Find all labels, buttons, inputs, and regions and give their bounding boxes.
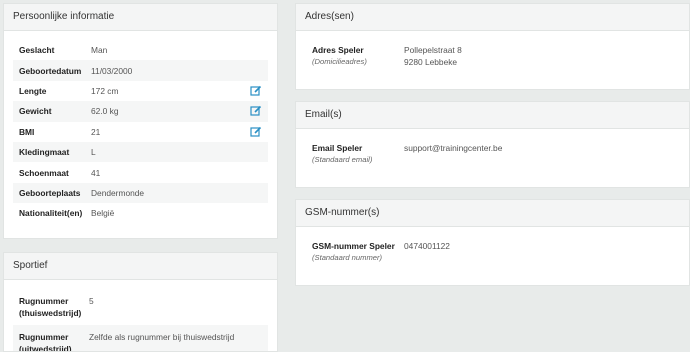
row-length: Lengte 172 cm bbox=[13, 81, 268, 101]
shoe-size-value: 41 bbox=[91, 167, 101, 178]
row-nationality: Nationaliteit(en) België bbox=[13, 203, 268, 223]
row-shoe-size: Schoenmaat 41 bbox=[13, 162, 268, 182]
email-link[interactable]: support@trainingcenter.be bbox=[404, 142, 502, 166]
birthplace-label: Geboorteplaats bbox=[19, 187, 81, 198]
address-panel: Adres(sen) Adres Speler (Domicilieadres)… bbox=[295, 3, 690, 90]
weight-label: Gewicht bbox=[19, 106, 52, 117]
email-label: Email Speler bbox=[312, 143, 363, 153]
birthdate-value: 11/03/2000 bbox=[91, 65, 133, 76]
home-number-value: 5 bbox=[89, 296, 94, 306]
address-block: Adres Speler (Domicilieadres) Pollepelst… bbox=[296, 31, 689, 68]
gsm-title: GSM-nummer(s) bbox=[296, 200, 689, 227]
gsm-label-group: GSM-nummer Speler (Standaard nummer) bbox=[312, 240, 404, 264]
email-block: Email Speler (Standaard email) support@t… bbox=[296, 129, 689, 166]
address-line1: Pollepelstraat 8 bbox=[404, 45, 462, 55]
gsm-sublabel: (Standaard nummer) bbox=[312, 253, 383, 262]
row-home-number: Rugnummer (thuiswedstrijd) 5 bbox=[13, 289, 268, 325]
address-value: Pollepelstraat 8 9280 Lebbeke bbox=[404, 44, 462, 68]
edit-icon[interactable] bbox=[250, 126, 262, 138]
email-title: Email(s) bbox=[296, 102, 689, 129]
away-number-label: Rugnummer (uitwedstrijd) bbox=[19, 332, 72, 352]
shoe-size-label: Schoenmaat bbox=[19, 167, 69, 178]
sportief-rows: Rugnummer (thuiswedstrijd) 5 Rugnummer (… bbox=[4, 280, 277, 352]
away-number-value: Zelfde als rugnummer bij thuiswedstrijd bbox=[89, 332, 235, 342]
birthdate-label: Geboortedatum bbox=[19, 65, 82, 76]
length-label: Lengte bbox=[19, 85, 47, 96]
sportief-panel: Sportief Rugnummer (thuiswedstrijd) 5 Ru… bbox=[3, 252, 278, 352]
row-clothing-size: Kledingmaat L bbox=[13, 141, 268, 163]
address-line2: 9280 Lebbeke bbox=[404, 57, 458, 67]
row-bmi: BMI 21 bbox=[13, 122, 268, 142]
sportief-title: Sportief bbox=[4, 253, 277, 280]
personal-info-panel: Persoonlijke informatie Geslacht Man Geb… bbox=[3, 3, 278, 239]
clothing-size-value: L bbox=[91, 147, 96, 158]
personal-info-title: Persoonlijke informatie bbox=[4, 4, 277, 31]
email-sublabel: (Standaard email) bbox=[312, 155, 373, 164]
address-sublabel: (Domicilieadres) bbox=[312, 57, 367, 66]
bmi-label: BMI bbox=[19, 126, 35, 137]
nationality-value: België bbox=[91, 208, 115, 219]
email-label-group: Email Speler (Standaard email) bbox=[312, 142, 404, 166]
personal-info-rows: Geslacht Man Geboortedatum 11/03/2000 Le… bbox=[4, 31, 277, 224]
length-value: 172 cm bbox=[91, 85, 119, 96]
edit-icon[interactable] bbox=[250, 85, 262, 97]
gender-label: Geslacht bbox=[19, 45, 55, 56]
weight-value: 62.0 kg bbox=[91, 106, 119, 117]
gsm-link[interactable]: 0474001122 bbox=[404, 240, 450, 264]
row-weight: Gewicht 62.0 kg bbox=[13, 101, 268, 122]
row-gender: Geslacht Man bbox=[13, 40, 268, 60]
bmi-value: 21 bbox=[91, 126, 101, 137]
gsm-label: GSM-nummer Speler bbox=[312, 241, 395, 251]
edit-icon[interactable] bbox=[250, 105, 262, 117]
row-birthplace: Geboorteplaats Dendermonde bbox=[13, 182, 268, 204]
clothing-size-label: Kledingmaat bbox=[19, 147, 70, 158]
row-birthdate: Geboortedatum 11/03/2000 bbox=[13, 60, 268, 81]
address-label-group: Adres Speler (Domicilieadres) bbox=[312, 44, 404, 68]
gsm-block: GSM-nummer Speler (Standaard nummer) 047… bbox=[296, 227, 689, 264]
address-label: Adres Speler bbox=[312, 45, 364, 55]
birthplace-value: Dendermonde bbox=[91, 187, 145, 198]
home-number-label: Rugnummer (thuiswedstrijd) bbox=[19, 296, 82, 318]
email-panel: Email(s) Email Speler (Standaard email) … bbox=[295, 101, 690, 188]
address-title: Adres(sen) bbox=[296, 4, 689, 31]
row-away-number: Rugnummer (uitwedstrijd) Zelfde als rugn… bbox=[13, 325, 268, 352]
gsm-panel: GSM-nummer(s) GSM-nummer Speler (Standaa… bbox=[295, 199, 690, 286]
nationality-label: Nationaliteit(en) bbox=[19, 208, 83, 219]
gender-value: Man bbox=[91, 45, 108, 56]
